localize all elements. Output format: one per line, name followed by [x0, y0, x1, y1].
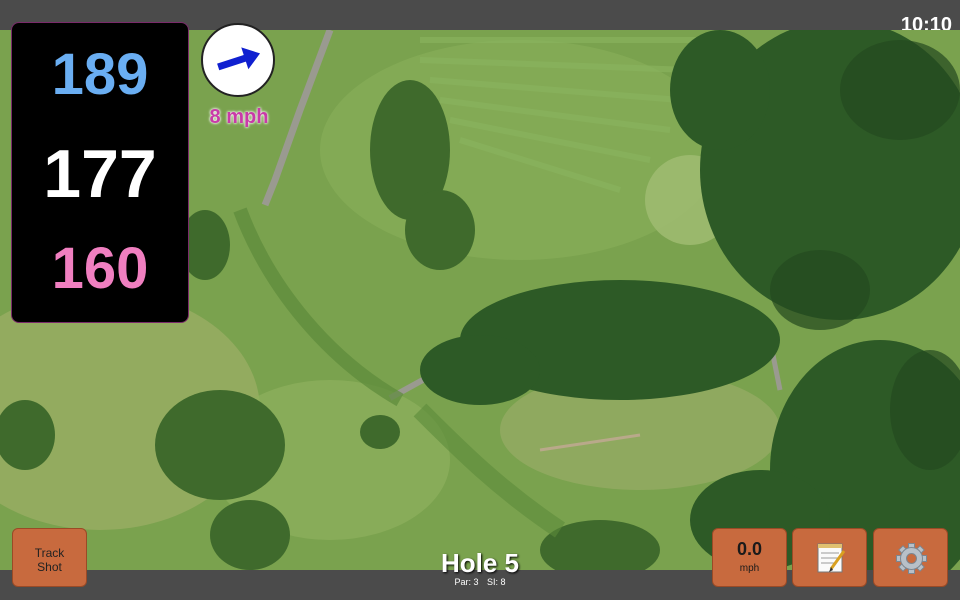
track-shot-button[interactable]: Track Shot	[12, 528, 87, 587]
yardage-panel[interactable]: 189 177 160	[11, 22, 189, 323]
arrow-right-icon	[217, 47, 261, 71]
speed-button[interactable]: 0.0 mph	[712, 528, 787, 587]
hole-stroke-index: SI: 8	[487, 577, 506, 587]
front-yardage: 160	[51, 236, 149, 301]
wind-direction-indicator	[201, 23, 275, 97]
hole-info: Par: 3 SI: 8	[380, 577, 580, 587]
speed-value: 0.0	[736, 539, 763, 559]
gear-icon	[896, 543, 927, 574]
wind-speed-label: 8 mph	[209, 106, 269, 128]
track-shot-label-line1: Track	[34, 546, 65, 560]
hole-par: Par: 3	[454, 577, 479, 587]
hole-title: Hole 5	[440, 548, 520, 578]
speed-unit: mph	[739, 563, 760, 574]
middle-yardage: 177	[43, 136, 157, 212]
back-yardage: 189	[51, 42, 149, 107]
notes-button[interactable]	[792, 528, 867, 587]
track-shot-label-line2: Shot	[37, 560, 62, 574]
settings-button[interactable]	[873, 528, 948, 587]
notepad-icon	[817, 543, 846, 573]
